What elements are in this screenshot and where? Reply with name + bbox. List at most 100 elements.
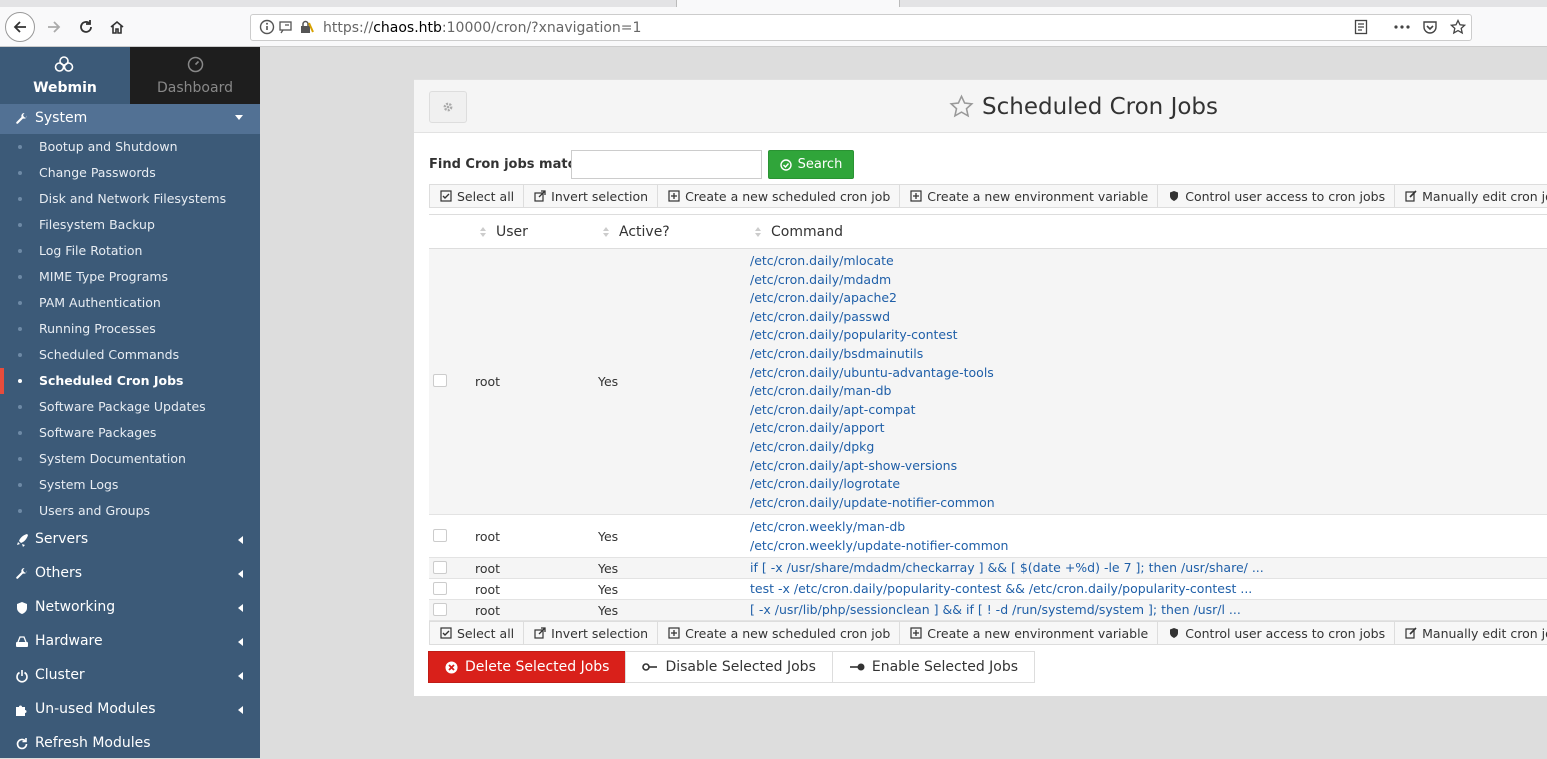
sidebar-category[interactable]: Servers xyxy=(0,525,260,555)
reader-view-icon[interactable] xyxy=(1353,19,1369,35)
reload-button[interactable] xyxy=(72,13,100,41)
row-checkbox[interactable] xyxy=(433,374,447,387)
sidebar-category[interactable]: Networking xyxy=(0,593,260,623)
info-icon[interactable] xyxy=(259,19,275,35)
browser-active-tab[interactable] xyxy=(676,0,900,7)
sidebar-category[interactable]: Refresh Modules xyxy=(0,729,260,759)
sidebar-item-label: Bootup and Shutdown xyxy=(39,139,178,154)
tab-dashboard[interactable]: Dashboard xyxy=(130,47,260,104)
module-config-button[interactable] xyxy=(429,91,467,123)
command-link[interactable]: test -x /etc/cron.daily/popularity-conte… xyxy=(750,580,1252,599)
url-bar[interactable]: https://chaos.htb:10000/cron/?xnavigatio… xyxy=(250,14,1472,41)
sidebar-item[interactable]: Log File Rotation xyxy=(0,238,260,264)
insecure-lock-icon[interactable] xyxy=(298,19,314,35)
manual-button[interactable]: Manually edit cron jobs xyxy=(1394,621,1547,645)
column-command[interactable]: Command xyxy=(771,224,843,240)
command-link[interactable]: /etc/cron.daily/bsdmainutils xyxy=(750,345,995,364)
favorite-star-icon[interactable] xyxy=(949,94,974,119)
sort-icon[interactable] xyxy=(480,226,486,238)
new-job-label: Create a new scheduled cron job xyxy=(685,625,891,641)
command-link[interactable]: /etc/cron.daily/passwd xyxy=(750,308,995,327)
manual-button[interactable]: Manually edit cron jobs xyxy=(1394,184,1547,208)
new-job-button[interactable]: Create a new scheduled cron job xyxy=(657,184,901,208)
table-row[interactable]: root Yes test -x /etc/cron.daily/popularit… xyxy=(429,579,1547,600)
command-link[interactable]: /etc/cron.daily/popularity-contest xyxy=(750,326,995,345)
command-link[interactable]: /etc/cron.daily/apache2 xyxy=(750,289,995,308)
command-link[interactable]: /etc/cron.daily/update-notifier-common xyxy=(750,494,995,513)
search-input[interactable] xyxy=(571,150,762,179)
sidebar-item[interactable]: MIME Type Programs xyxy=(0,264,260,290)
sidebar-item[interactable]: Users and Groups xyxy=(0,498,260,524)
control-button[interactable]: Control user access to cron jobs xyxy=(1157,621,1396,645)
table-row[interactable]: root Yes/etc/cron.weekly/man-db/etc/cron.… xyxy=(429,515,1547,558)
sidebar-item[interactable]: Change Passwords xyxy=(0,160,260,186)
sidebar-category[interactable]: Cluster xyxy=(0,661,260,691)
row-checkbox[interactable] xyxy=(433,529,447,542)
sidebar-item[interactable]: System Documentation xyxy=(0,446,260,472)
new-job-button[interactable]: Create a new scheduled cron job xyxy=(657,621,901,645)
sidebar-item[interactable]: Software Packages xyxy=(0,420,260,446)
command-link[interactable]: /etc/cron.daily/ubuntu-advantage-tools xyxy=(750,364,995,383)
table-row[interactable]: root Yes/etc/cron.daily/mlocate/etc/cron.… xyxy=(429,249,1547,515)
sort-icon[interactable] xyxy=(603,226,609,238)
command-link[interactable]: /etc/cron.daily/apt-compat xyxy=(750,401,995,420)
sidebar-category[interactable]: Hardware xyxy=(0,627,260,657)
command-link[interactable]: /etc/cron.weekly/update-notifier-common xyxy=(750,537,1008,556)
command-link[interactable]: /etc/cron.daily/apport xyxy=(750,419,995,438)
sidebar-item[interactable]: System Logs xyxy=(0,472,260,498)
sidebar-category[interactable]: Others xyxy=(0,559,260,589)
sidebar-category-system[interactable]: System xyxy=(0,104,260,134)
disable-selected-button[interactable]: Disable Selected Jobs xyxy=(625,651,833,683)
invert-button[interactable]: Invert selection xyxy=(523,621,659,645)
tab-webmin[interactable]: Webmin xyxy=(0,47,130,104)
invert-button[interactable]: Invert selection xyxy=(523,184,659,208)
enable-selected-button[interactable]: Enable Selected Jobs xyxy=(831,651,1036,683)
forward-button[interactable] xyxy=(40,13,68,41)
back-button[interactable] xyxy=(5,12,35,42)
column-active[interactable]: Active? xyxy=(619,224,670,240)
sidebar-item[interactable]: Running Processes xyxy=(0,316,260,342)
sidebar-category-label: Cluster xyxy=(35,667,85,683)
pocket-icon[interactable] xyxy=(1422,19,1438,35)
sidebar-item[interactable]: Filesystem Backup xyxy=(0,212,260,238)
command-link[interactable]: /etc/cron.weekly/man-db xyxy=(750,518,1008,537)
sidebar-item[interactable]: Scheduled Cron Jobs xyxy=(0,368,260,394)
sidebar-item[interactable]: Scheduled Commands xyxy=(0,342,260,368)
select-all-button[interactable]: Select all xyxy=(429,621,525,645)
command-link[interactable]: /etc/cron.daily/mlocate xyxy=(750,252,995,271)
command-link[interactable]: [ -x /usr/lib/php/sessionclean ] && if [… xyxy=(750,601,1241,620)
table-row[interactable]: root Yes if [ -x /usr/share/mdadm/checkarr… xyxy=(429,558,1547,579)
column-user[interactable]: User xyxy=(496,224,528,240)
row-checkbox[interactable] xyxy=(433,603,447,616)
gear-icon xyxy=(443,102,453,112)
home-button[interactable] xyxy=(103,13,131,41)
tab-dashboard-label: Dashboard xyxy=(157,80,233,96)
command-link[interactable]: if [ -x /usr/share/mdadm/checkarray ] &&… xyxy=(750,559,1264,578)
sidebar-item[interactable]: Bootup and Shutdown xyxy=(0,134,260,160)
control-button[interactable]: Control user access to cron jobs xyxy=(1157,184,1396,208)
command-link[interactable]: /etc/cron.daily/man-db xyxy=(750,382,995,401)
refresh-icon xyxy=(16,738,28,750)
sidebar-item[interactable]: PAM Authentication xyxy=(0,290,260,316)
permissions-icon[interactable] xyxy=(278,19,294,35)
cell-user: root xyxy=(475,529,501,544)
bookmark-star-icon[interactable] xyxy=(1450,19,1466,35)
command-link[interactable]: /etc/cron.daily/mdadm xyxy=(750,271,995,290)
sidebar-item[interactable]: Disk and Network Filesystems xyxy=(0,186,260,212)
cell-active: Yes xyxy=(598,374,619,389)
delete-selected-button[interactable]: Delete Selected Jobs xyxy=(428,651,627,683)
row-checkbox[interactable] xyxy=(433,561,447,574)
search-button[interactable]: Search xyxy=(768,150,854,179)
more-actions-icon[interactable] xyxy=(1393,19,1411,35)
command-link[interactable]: /etc/cron.daily/logrotate xyxy=(750,475,995,494)
command-link[interactable]: /etc/cron.daily/dpkg xyxy=(750,438,995,457)
sidebar-category[interactable]: Un-used Modules xyxy=(0,695,260,725)
select-all-button[interactable]: Select all xyxy=(429,184,525,208)
table-row[interactable]: root Yes [ -x /usr/lib/php/sessionclean ] … xyxy=(429,600,1547,621)
command-link[interactable]: /etc/cron.daily/apt-show-versions xyxy=(750,457,995,476)
sidebar-item[interactable]: Software Package Updates xyxy=(0,394,260,420)
row-checkbox[interactable] xyxy=(433,582,447,595)
sort-icon[interactable] xyxy=(755,226,761,238)
new-env-button[interactable]: Create a new environment variable xyxy=(899,621,1159,645)
new-env-button[interactable]: Create a new environment variable xyxy=(899,184,1159,208)
